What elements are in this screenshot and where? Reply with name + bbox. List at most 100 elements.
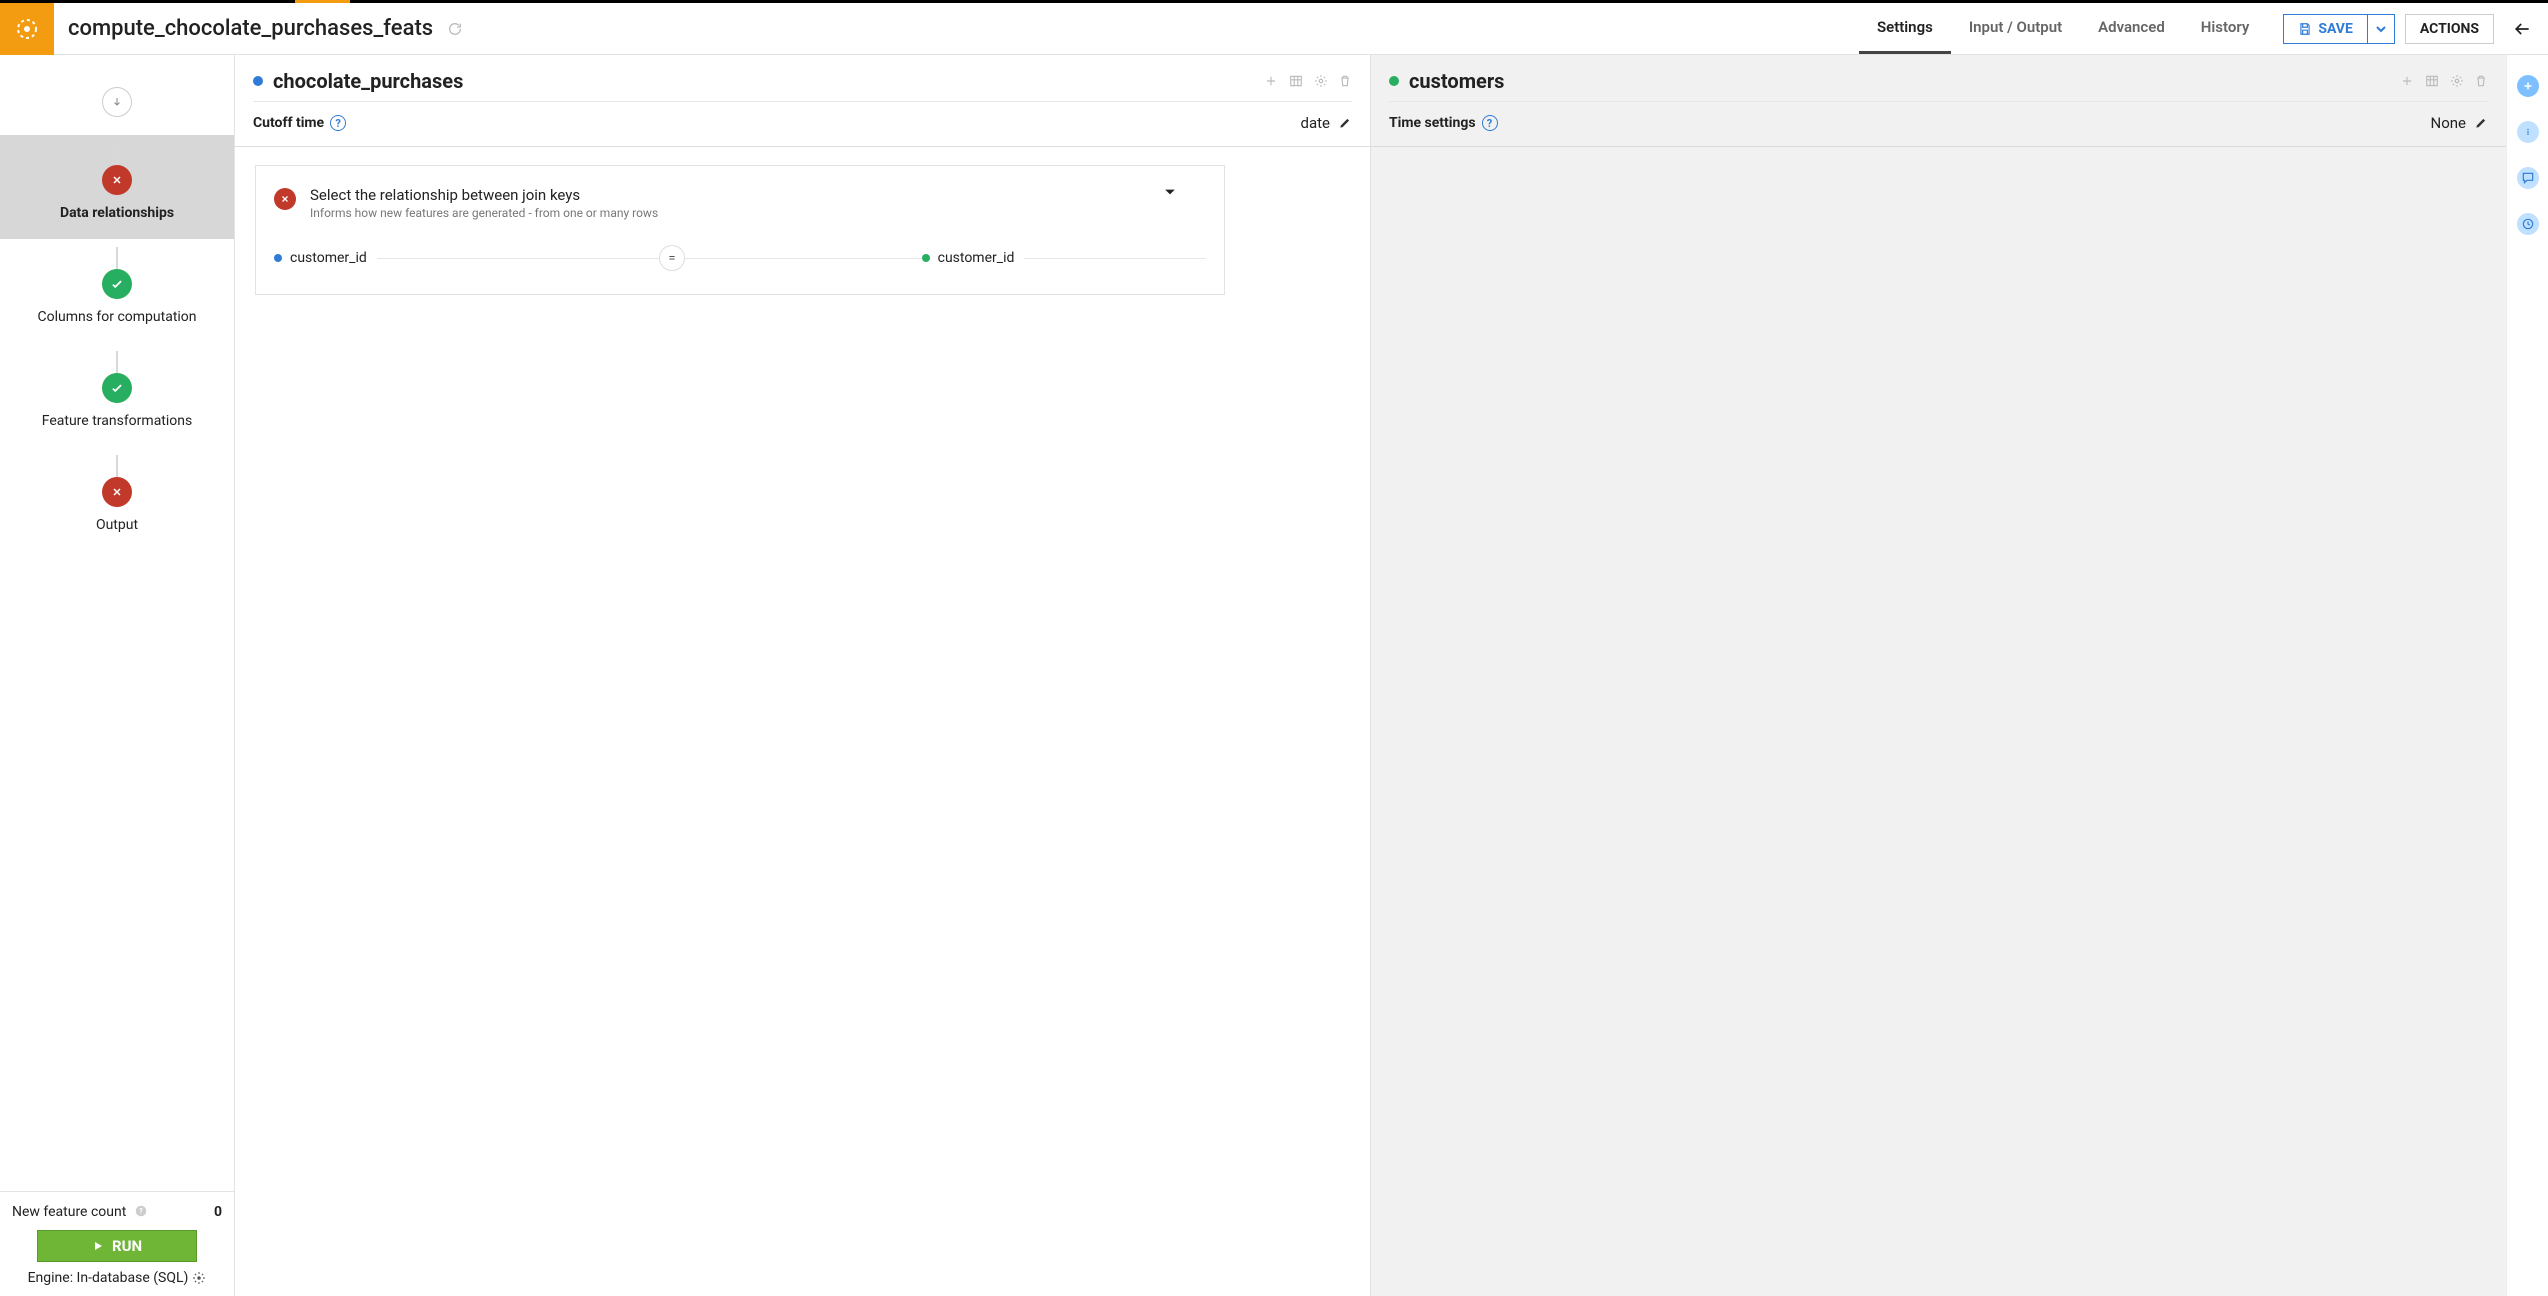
join-operator[interactable]: = <box>659 245 685 271</box>
join-key-row: customer_id = customer_id <box>274 250 1206 266</box>
connector <box>116 247 118 271</box>
relationship-type-dropdown[interactable] <box>1164 186 1206 198</box>
help-icon[interactable]: ? <box>330 115 346 131</box>
comment-icon <box>2521 171 2535 185</box>
error-icon <box>102 477 132 507</box>
step-label: Data relationships <box>60 205 174 221</box>
gear-icon[interactable] <box>1314 74 1328 88</box>
arrow-down-icon <box>102 87 132 117</box>
trash-icon[interactable] <box>2474 74 2488 88</box>
warning-text: Select the relationship between join key… <box>310 186 658 220</box>
left-setting-label: Cutoff time ? <box>253 115 346 131</box>
warning-title: Select the relationship between join key… <box>310 186 658 204</box>
main-area: chocolate_purchases Cutoff time ? <box>235 55 2506 1296</box>
step-output[interactable]: Output <box>0 447 234 551</box>
tab-settings[interactable]: Settings <box>1859 3 1951 54</box>
connector <box>116 143 118 167</box>
body: Data relationships Columns for computati… <box>0 55 2548 1296</box>
green-dot-icon <box>1389 76 1399 86</box>
tab-input-output[interactable]: Input / Output <box>1951 3 2080 54</box>
step-feature-transformations[interactable]: Feature transformations <box>0 343 234 447</box>
save-button-group: SAVE <box>2283 14 2395 44</box>
clock-icon <box>2521 217 2535 231</box>
save-icon <box>2298 22 2312 36</box>
left-setting-row: Cutoff time ? date <box>253 102 1352 136</box>
step-data-relationships[interactable]: Data relationships <box>0 135 234 239</box>
dataset-headers: chocolate_purchases Cutoff time ? <box>235 55 2506 147</box>
gear-dot-icon <box>15 17 39 41</box>
info-icon <box>2522 126 2534 138</box>
save-button[interactable]: SAVE <box>2283 14 2368 44</box>
blue-dot-icon <box>274 254 282 262</box>
caret-down-icon <box>2376 24 2386 34</box>
trash-icon[interactable] <box>1338 74 1352 88</box>
gear-icon[interactable] <box>2450 74 2464 88</box>
sidebar-footer: New feature count ? 0 RUN Engine: In-dat… <box>0 1191 234 1296</box>
tab-history[interactable]: History <box>2183 3 2268 54</box>
canvas-left <box>235 147 1370 1296</box>
recipe-title: compute_chocolate_purchases_feats <box>68 16 433 41</box>
add-icon[interactable] <box>2400 74 2414 88</box>
engine-label: Engine: In-database (SQL) <box>28 1270 189 1286</box>
recipe-logo <box>0 3 54 55</box>
connector <box>116 455 118 479</box>
save-dropdown[interactable] <box>2368 14 2395 44</box>
step-columns-for-computation[interactable]: Columns for computation <box>0 239 234 343</box>
left-dataset-name: chocolate_purchases <box>273 69 463 93</box>
right-join-key[interactable]: customer_id <box>740 250 1206 266</box>
right-setting-value[interactable]: None <box>2431 114 2489 132</box>
right-setting-label: Time settings ? <box>1389 115 1498 131</box>
right-dataset-actions <box>2400 74 2488 88</box>
right-dataset-col: customers Time settings ? No <box>1370 55 2506 146</box>
check-icon <box>102 373 132 403</box>
pencil-icon <box>1338 116 1352 130</box>
relationship-card: Select the relationship between join key… <box>255 165 1225 295</box>
help-icon[interactable]: ? <box>134 1204 148 1220</box>
refresh-icon[interactable] <box>447 21 463 37</box>
left-dataset-col: chocolate_purchases Cutoff time ? <box>235 55 1370 146</box>
arrow-left-icon <box>2512 19 2532 39</box>
new-feature-label: New feature count <box>12 1204 126 1220</box>
left-setting-value[interactable]: date <box>1301 114 1352 132</box>
rail-comment-button[interactable] <box>2517 167 2539 189</box>
steps-list: Data relationships Columns for computati… <box>0 55 234 1191</box>
run-label: RUN <box>112 1237 142 1255</box>
table-icon[interactable] <box>2424 74 2440 88</box>
step-start[interactable] <box>0 79 234 135</box>
new-feature-count-row: New feature count ? 0 <box>8 1202 226 1230</box>
header: compute_chocolate_purchases_feats Settin… <box>0 3 2548 55</box>
rail-history-button[interactable] <box>2517 213 2539 235</box>
table-icon[interactable] <box>1288 74 1304 88</box>
caret-down-icon <box>1164 186 1176 198</box>
play-icon <box>92 1240 104 1252</box>
step-label: Feature transformations <box>42 413 192 429</box>
right-rail <box>2506 55 2548 1296</box>
green-dot-icon <box>922 254 930 262</box>
header-tabs: Settings Input / Output Advanced History <box>1859 3 2267 54</box>
actions-button[interactable]: ACTIONS <box>2405 14 2494 44</box>
warning-subtitle: Informs how new features are generated -… <box>310 206 658 220</box>
help-icon[interactable]: ? <box>1482 115 1498 131</box>
check-icon <box>102 269 132 299</box>
connector <box>116 351 118 375</box>
error-icon <box>102 165 132 195</box>
left-dataset-header: chocolate_purchases <box>253 69 1352 102</box>
relationship-canvas: Select the relationship between join key… <box>235 147 2506 1296</box>
step-label: Columns for computation <box>37 309 196 325</box>
svg-text:?: ? <box>139 1207 143 1215</box>
left-dataset-actions <box>1264 74 1352 88</box>
tab-advanced[interactable]: Advanced <box>2080 3 2183 54</box>
rail-info-button[interactable] <box>2517 121 2539 143</box>
error-badge-icon <box>274 188 296 210</box>
save-label: SAVE <box>2318 21 2353 37</box>
right-dataset-name: customers <box>1409 69 1504 93</box>
engine-row[interactable]: Engine: In-database (SQL) <box>8 1270 226 1286</box>
back-arrow[interactable] <box>2502 19 2542 39</box>
gear-icon <box>192 1271 206 1285</box>
left-dataset-title: chocolate_purchases <box>253 69 463 93</box>
steps-sidebar: Data relationships Columns for computati… <box>0 55 235 1296</box>
run-button[interactable]: RUN <box>37 1230 197 1262</box>
right-setting-row: Time settings ? None <box>1389 102 2488 136</box>
add-icon[interactable] <box>1264 74 1278 88</box>
rail-add-button[interactable] <box>2517 75 2539 97</box>
